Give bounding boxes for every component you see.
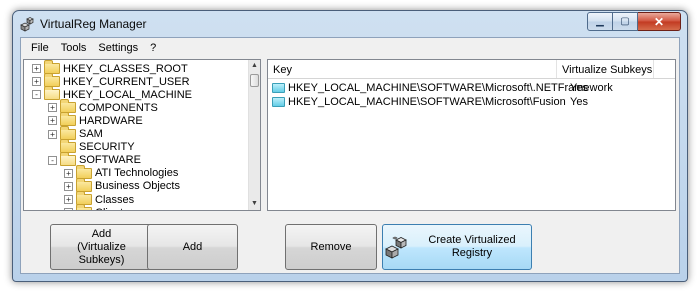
add-button[interactable]: Add [147,224,238,270]
expand-icon[interactable]: + [48,116,57,126]
tree-node[interactable]: + HKEY_CURRENT_USER [32,73,190,88]
expand-icon[interactable]: + [48,103,57,113]
expand-icon[interactable]: + [32,64,41,73]
list-cell-key: HKEY_LOCAL_MACHINE\SOFTWARE\Microsoft\Fu… [288,96,566,108]
folder-icon [44,86,60,101]
tree-node-label: Clients [95,207,129,210]
add-label: Add [182,240,203,253]
expand-icon[interactable]: + [64,208,73,210]
tree-node-label: HKEY_CURRENT_USER [63,75,190,88]
virtualized-keys-list[interactable]: Key Virtualize Subkeys HKEY_LOCAL_MACHIN… [267,59,676,211]
minimize-icon: ▁ [596,16,604,27]
registry-cubes-icon [20,17,34,32]
tree-node[interactable]: - SOFTWARE [48,151,141,167]
app-window: VirtualReg Manager ▁ ▢ ✕ File Tools Sett… [12,10,688,282]
tree-node[interactable]: + Classes [64,191,135,206]
expand-icon[interactable]: + [64,181,73,191]
folder-icon [60,138,76,153]
list-cell-virtualize: Yes [570,82,588,94]
close-icon: ✕ [653,14,665,29]
registry-tree[interactable]: + HKEY_CLASSES_ROOT + HKEY_CURRENT_USER - HKE… [23,59,261,211]
scroll-up-arrow-icon[interactable]: ▲ [249,60,260,72]
list-cell-virtualize: Yes [570,96,588,108]
collapse-icon[interactable]: - [48,155,57,165]
maximize-button[interactable]: ▢ [613,12,638,31]
minimize-button[interactable]: ▁ [587,12,613,31]
tree-node[interactable]: + Clients [64,204,129,210]
tree-node-label: Business Objects [95,180,180,193]
remove-button[interactable]: Remove [285,224,377,270]
collapse-icon[interactable]: - [32,90,41,100]
tree-node-label: HKEY_LOCAL_MACHINE [63,88,192,101]
tree-node[interactable]: - HKEY_LOCAL_MACHINE [32,86,192,101]
create-virtualized-registry-button[interactable]: Create Virtualized Registry [382,224,532,270]
list-row[interactable]: HKEY_LOCAL_MACHINE\SOFTWARE\Microsoft\Fu… [268,95,588,109]
title-bar[interactable]: VirtualReg Manager ▁ ▢ ✕ [13,11,687,37]
scroll-thumb[interactable] [250,74,259,87]
window-title: VirtualReg Manager [40,17,147,31]
tree-scrollbar[interactable]: ▲ ▼ [248,60,260,210]
column-header-virtualize[interactable]: Virtualize Subkeys [557,60,654,78]
tree-node-label: SAM [79,128,103,140]
tree-node-label: HKEY_CLASSES_ROOT [63,62,188,75]
tree-node[interactable]: + SAM [48,125,103,141]
folder-icon [60,125,76,140]
registry-key-icon [272,97,285,107]
close-button[interactable]: ✕ [638,12,681,31]
tree-node-label: SOFTWARE [79,154,141,167]
tree-node-label: ATI Technologies [95,167,179,180]
tree-node-label: COMPONENTS [79,101,158,114]
expand-icon[interactable]: + [64,168,73,178]
tree-node[interactable]: + HKEY_CLASSES_ROOT [32,60,188,75]
registry-key-icon [272,83,285,93]
menu-file[interactable]: File [25,38,55,59]
expand-icon[interactable]: + [48,129,57,139]
remove-label: Remove [310,240,352,253]
list-cell-key: HKEY_LOCAL_MACHINE\SOFTWARE\Microsoft\.N… [288,82,613,94]
expand-icon[interactable]: + [32,77,41,87]
menu-bar: File Tools Settings ? [21,38,679,59]
tree-node-label: HARDWARE [79,114,143,127]
menu-help[interactable]: ? [144,38,162,59]
list-row[interactable]: HKEY_LOCAL_MACHINE\SOFTWARE\Microsoft\.N… [268,81,613,95]
client-area: File Tools Settings ? + HKEY_CLASSES_ROOT… [20,37,680,274]
maximize-icon: ▢ [620,16,630,27]
tree-node-label: Classes [95,193,135,206]
tree-node-label: SECURITY [79,141,135,154]
registry-cubes-icon [385,236,407,259]
window-controls: ▁ ▢ ✕ [587,12,681,31]
folder-icon [60,112,76,127]
folder-icon [76,204,92,210]
column-header-key[interactable]: Key [268,60,557,78]
scroll-down-arrow-icon[interactable]: ▼ [249,198,260,210]
create-virtualized-registry-label: Create Virtualized Registry [428,234,516,259]
menu-settings[interactable]: Settings [92,38,144,59]
add-virtualize-subkeys-button[interactable]: Add (Virtualize Subkeys) [50,224,153,270]
list-header: Key Virtualize Subkeys [268,60,675,79]
expand-icon[interactable]: + [64,195,73,204]
menu-tools[interactable]: Tools [55,38,93,59]
add-virtualize-subkeys-label: Add (Virtualize Subkeys) [77,227,126,266]
folder-icon [60,151,76,166]
